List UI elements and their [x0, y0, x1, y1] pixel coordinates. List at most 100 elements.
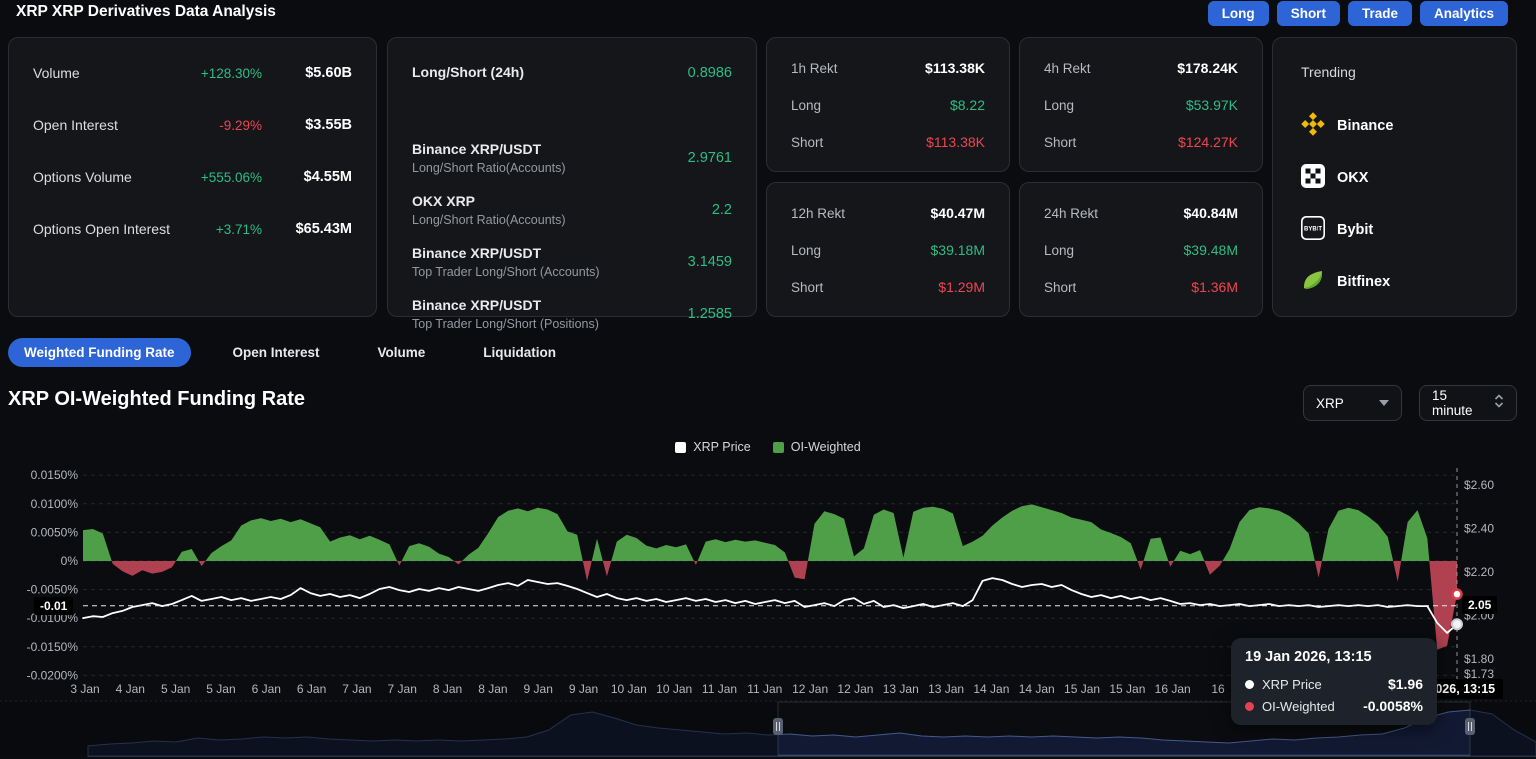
tooltip-label: OI-Weighted — [1262, 698, 1335, 714]
svg-text:7 Jan: 7 Jan — [388, 682, 417, 696]
svg-text:15 Jan: 15 Jan — [1109, 682, 1145, 696]
svg-text:13 Jan: 13 Jan — [883, 682, 919, 696]
symbol-select-value: XRP — [1316, 395, 1344, 411]
rekt-card-1h: 1h Rekt $113.38K Long $8.22 Short $113.38K — [766, 37, 1010, 172]
current-price-badge: 2.05 — [1462, 596, 1498, 614]
legend-label: XRP Price — [693, 440, 751, 454]
tab-liquidation[interactable]: Liquidation — [467, 338, 572, 367]
legend-item-oi-weighted[interactable]: OI-Weighted — [772, 440, 861, 454]
svg-text:-0.0050%: -0.0050% — [27, 583, 79, 597]
chart-tabs: Weighted Funding Rate Open Interest Volu… — [8, 338, 572, 367]
tooltip-row-oi: OI-Weighted -0.0058% — [1245, 698, 1423, 714]
trending-name: OKX — [1337, 170, 1369, 186]
current-funding-badge: -0.01 — [34, 597, 74, 615]
svg-text:9 Jan: 9 Jan — [524, 682, 553, 696]
rekt-long-value: $53.97K — [1185, 97, 1238, 113]
trending-item-binance[interactable]: Binance — [1301, 111, 1496, 141]
tooltip-value: $1.96 — [1387, 676, 1423, 692]
ratio-title: Binance XRP/USDT — [412, 297, 542, 313]
svg-text:12 Jan: 12 Jan — [792, 682, 828, 696]
rekt-card-12h: 12h Rekt $40.47M Long $39.18M Short $1.29M — [766, 182, 1010, 317]
ratio-row: Binance XRP/USDT Top Trader Long/Short (… — [412, 240, 732, 284]
rekt-short-label: Short — [791, 279, 824, 295]
bitfinex-logo-icon — [1301, 268, 1325, 297]
ratio-row: Long/Short (24h) 0.8986 — [412, 62, 732, 84]
tooltip-value: -0.0058% — [1363, 698, 1423, 714]
svg-text:16: 16 — [1211, 682, 1225, 696]
legend-swatch-green — [772, 441, 784, 453]
red-dot-icon — [1245, 701, 1254, 711]
stat-value: $4.55M — [303, 169, 352, 185]
stat-change: -9.29% — [219, 117, 262, 133]
stat-row-options-volume: Options Volume +555.06% $4.55M — [33, 166, 352, 188]
long-short-ratio-card: Long/Short (24h) 0.8986 Binance XRP/USDT… — [387, 37, 757, 331]
tab-weighted-funding-rate[interactable]: Weighted Funding Rate — [8, 338, 191, 367]
stat-value: $5.60B — [305, 65, 352, 81]
svg-text:$2.40: $2.40 — [1464, 522, 1494, 536]
ratio-row: Binance XRP/USDT Top Trader Long/Short (… — [412, 292, 732, 336]
ratio-row: OKX XRP Long/Short Ratio(Accounts) 2.2 — [412, 188, 732, 232]
rekt-period: 12h Rekt — [791, 205, 846, 221]
svg-text:$2.60: $2.60 — [1464, 478, 1494, 492]
ratio-subtitle: Top Trader Long/Short (Accounts) — [412, 265, 600, 279]
tooltip-row-price: XRP Price $1.96 — [1245, 676, 1423, 692]
page-title: XRP XRP Derivatives Data Analysis — [16, 3, 276, 20]
white-dot-icon — [1245, 679, 1254, 689]
tab-volume[interactable]: Volume — [362, 338, 442, 367]
rekt-period: 24h Rekt — [1044, 205, 1099, 221]
stat-value: $3.55B — [305, 117, 352, 133]
stat-row-options-open-interest: Options Open Interest +3.71% $65.43M — [33, 218, 352, 240]
trending-item-okx[interactable]: OKX — [1301, 163, 1496, 192]
svg-text:5 Jan: 5 Jan — [206, 682, 235, 696]
legend-swatch-white — [675, 441, 687, 453]
ratio-row: Binance XRP/USDT Long/Short Ratio(Accoun… — [412, 136, 732, 180]
svg-text:0.0150%: 0.0150% — [31, 468, 79, 482]
rekt-long-label: Long — [791, 97, 822, 113]
binance-logo-icon — [1301, 111, 1325, 141]
trending-item-bitfinex[interactable]: Bitfinex — [1301, 268, 1496, 296]
short-button[interactable]: Short — [1276, 1, 1340, 26]
svg-text:11 Jan: 11 Jan — [747, 682, 782, 696]
svg-text:14 Jan: 14 Jan — [1019, 682, 1055, 696]
trending-name: Bybit — [1337, 222, 1374, 238]
ratio-subtitle: Long/Short Ratio(Accounts) — [412, 213, 566, 227]
rekt-long-value: $39.48M — [1183, 242, 1238, 258]
svg-text:0%: 0% — [61, 554, 79, 568]
ratio-title: Long/Short (24h) — [412, 64, 524, 80]
ratio-value: 1.2585 — [687, 306, 732, 322]
ratio-subtitle: Top Trader Long/Short (Positions) — [412, 317, 599, 331]
rekt-card-24h: 24h Rekt $40.84M Long $39.48M Short $1.36M — [1019, 182, 1263, 317]
rekt-long-label: Long — [791, 242, 822, 258]
rekt-short-value: $1.36M — [1191, 279, 1238, 295]
svg-text:10 Jan: 10 Jan — [611, 682, 647, 696]
legend-item-xrp-price[interactable]: XRP Price — [675, 440, 751, 454]
svg-text:8 Jan: 8 Jan — [433, 682, 462, 696]
interval-select[interactable]: 15 minute — [1419, 385, 1517, 421]
tooltip-title: 19 Jan 2026, 13:15 — [1245, 649, 1372, 665]
svg-text:-0.0200%: -0.0200% — [27, 668, 79, 682]
svg-text:7 Jan: 7 Jan — [342, 682, 371, 696]
svg-text:11 Jan: 11 Jan — [702, 682, 737, 696]
long-button[interactable]: Long — [1207, 1, 1269, 26]
ratio-subtitle: Long/Short Ratio(Accounts) — [412, 161, 566, 175]
svg-text:-0.0150%: -0.0150% — [27, 640, 79, 654]
symbol-select[interactable]: XRP — [1303, 385, 1402, 421]
trending-item-bybit[interactable]: BYBIT Bybit — [1301, 215, 1496, 245]
bybit-logo-icon: BYBIT — [1301, 215, 1325, 245]
navigator-left-handle[interactable] — [773, 718, 783, 735]
analytics-button[interactable]: Analytics — [1419, 1, 1508, 26]
stat-label: Options Open Interest — [33, 221, 170, 237]
rekt-period: 4h Rekt — [1044, 60, 1091, 76]
stat-row-open-interest: Open Interest -9.29% $3.55B — [33, 114, 352, 136]
rekt-long-value: $8.22 — [949, 97, 985, 113]
rekt-total: $40.47M — [930, 205, 985, 221]
rekt-short-value: $124.27K — [1178, 134, 1238, 150]
trade-button[interactable]: Trade — [1347, 1, 1412, 26]
rekt-short-label: Short — [1044, 134, 1077, 150]
stat-change: +128.30% — [200, 65, 262, 81]
navigator-right-handle[interactable] — [1465, 718, 1475, 735]
tab-open-interest[interactable]: Open Interest — [217, 338, 336, 367]
ratio-value: 2.2 — [711, 202, 732, 218]
stat-label: Volume — [33, 65, 80, 81]
rekt-short-label: Short — [791, 134, 824, 150]
